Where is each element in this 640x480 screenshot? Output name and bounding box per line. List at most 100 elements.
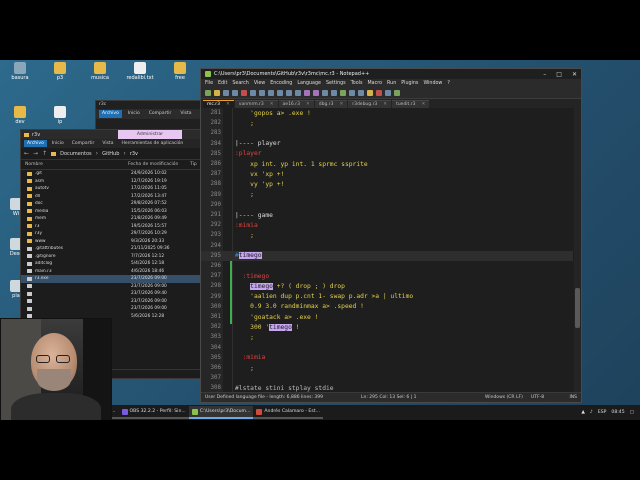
column-type[interactable]: Tip — [190, 162, 197, 167]
file-row[interactable]: 23/7/2026 09:00 — [21, 283, 203, 291]
file-row[interactable]: r3 19/5/2026 15:57 — [21, 223, 203, 231]
file-row[interactable]: dll 17/2/2026 13:47 — [21, 193, 203, 201]
code-line[interactable]: 306 ; — [201, 363, 573, 373]
sync-scroll-icon[interactable] — [340, 90, 346, 96]
manage-tab[interactable]: Administrar — [118, 130, 182, 139]
file-row[interactable]: .gitignore 7/7/2026 12:12 — [21, 253, 203, 261]
menu-item[interactable]: File — [205, 81, 213, 86]
tab-archivo[interactable]: Archivo — [24, 140, 47, 147]
file-tab[interactable]: mc.r3 ✕ — [203, 100, 234, 108]
code-line[interactable]: 297 :timego — [201, 271, 573, 281]
file-row[interactable]: r3y 29/7/2026 10:29 — [21, 230, 203, 238]
desktop-icon-ip[interactable]: ip — [46, 106, 74, 125]
code-line[interactable]: 304 — [201, 343, 573, 353]
maximize-icon[interactable]: □ — [556, 71, 562, 78]
menu-item[interactable]: View — [254, 81, 265, 86]
code-line[interactable]: 282 ; — [201, 118, 573, 128]
column-date[interactable]: Fecha de modificación — [128, 162, 190, 167]
tab-inicio[interactable]: Inicio — [125, 110, 143, 118]
close-icon[interactable]: ✕ — [572, 71, 577, 78]
close-tab-icon[interactable]: ✕ — [339, 102, 343, 107]
find-icon[interactable] — [304, 90, 310, 96]
menu-item[interactable]: Macro — [368, 81, 383, 86]
language-indicator[interactable]: ESP — [598, 410, 607, 415]
taskbar-item[interactable]: OBS 32.2.2 - Perfil: Sin... — [118, 406, 189, 419]
menu-item[interactable]: ? — [447, 81, 450, 86]
open-file-icon[interactable] — [214, 90, 220, 96]
file-row[interactable]: autotv 17/2/2026 11:05 — [21, 185, 203, 193]
save-all-icon[interactable] — [232, 90, 238, 96]
code-line[interactable]: 301 'goatack a> .exe ! — [201, 312, 573, 322]
close-file-icon[interactable] — [241, 90, 247, 96]
volume-icon[interactable]: ♪ — [590, 410, 593, 415]
code-line[interactable]: 292:mimia — [201, 220, 573, 230]
file-tab[interactable]: ae16.r3 ✕ — [278, 100, 314, 108]
column-name[interactable]: Nombre — [25, 162, 128, 167]
file-row[interactable]: .gitattributes 21/11/2025 09:36 — [21, 245, 203, 253]
tab-inicio[interactable]: Inicio — [49, 140, 67, 147]
code-line[interactable]: 298 timego +? ( drop ; ) drop — [201, 281, 573, 291]
tab-compartir[interactable]: Compartir — [69, 140, 98, 147]
breadcrumb-r3v[interactable]: r3v — [130, 151, 138, 157]
show-all-chars-icon[interactable] — [358, 90, 364, 96]
file-row[interactable]: 23/7/2026 09:40 — [21, 290, 203, 298]
indent-guide-icon[interactable] — [367, 90, 373, 96]
file-row[interactable]: aditclog 5/4/2026 12:18 — [21, 260, 203, 268]
code-line[interactable]: 293 ; — [201, 230, 573, 240]
status-encoding[interactable]: UTF-8 — [531, 395, 557, 400]
notepadpp-window[interactable]: C:\Users\pr3\Documents\GitHub\r3v\r3mc\m… — [200, 68, 582, 403]
menu-item[interactable]: Language — [297, 81, 321, 86]
code-line[interactable]: 296 — [201, 261, 573, 271]
menu-item[interactable]: Edit — [218, 81, 227, 86]
file-row[interactable]: r3.exe 23/7/2026 09:00 — [21, 275, 203, 283]
file-row[interactable]: www 9/3/2026 20:33 — [21, 238, 203, 246]
redo-icon[interactable] — [295, 90, 301, 96]
code-line[interactable]: 288 vy 'yp +! — [201, 179, 573, 189]
code-line[interactable]: 307 — [201, 373, 573, 383]
cut-icon[interactable] — [259, 90, 265, 96]
code-editor[interactable]: 281 'gopos a> .exe ! 282 ; 283 284 |---- pla… — [201, 108, 581, 392]
zoom-out-icon[interactable] — [331, 90, 337, 96]
code-line[interactable]: 289 ; — [201, 190, 573, 200]
explorer-window-back[interactable]: r3c Archivo Inicio Compartir Vista — [95, 100, 215, 130]
tab-herramientas[interactable]: Herramientas de aplicación — [118, 140, 186, 147]
tab-archivo[interactable]: Archivo — [99, 110, 122, 118]
close-tab-icon[interactable]: ✕ — [226, 102, 230, 107]
record-macro-icon[interactable] — [376, 90, 382, 96]
breadcrumb-github[interactable]: GitHub — [102, 151, 119, 157]
zoom-in-icon[interactable] — [322, 90, 328, 96]
file-row[interactable]: 23/7/2026 09:00 — [21, 305, 203, 313]
save-icon[interactable] — [223, 90, 229, 96]
play-macro-icon[interactable] — [394, 90, 400, 96]
code-line[interactable]: 294 — [201, 241, 573, 251]
taskbar-item[interactable]: C:\Users\pr3\Docum... — [188, 406, 254, 419]
close-tab-icon[interactable]: ✕ — [383, 102, 387, 107]
close-tab-icon[interactable]: ✕ — [306, 102, 310, 107]
back-arrow-icon[interactable]: ← — [24, 150, 29, 157]
stop-macro-icon[interactable] — [385, 90, 391, 96]
code-line[interactable]: 300 0.9 3.0 randminmax a> .speed ! — [201, 302, 573, 312]
code-line[interactable]: 305 :mimia — [201, 353, 573, 363]
code-line[interactable]: 286 xp int. yp int. 1 sprmc ssprite — [201, 159, 573, 169]
menu-item[interactable]: Run — [387, 81, 396, 86]
file-row[interactable]: .git 24/9/2026 10:02 — [21, 170, 203, 178]
code-line[interactable]: 295 #timego — [201, 250, 573, 261]
network-icon[interactable]: ▲ — [581, 410, 585, 415]
tab-compartir[interactable]: Compartir — [146, 110, 175, 118]
desktop-icon-p3[interactable]: p3 — [46, 62, 74, 81]
tab-vista[interactable]: Vista — [99, 140, 116, 147]
code-line[interactable]: 287 vx 'xp +! — [201, 169, 573, 179]
replace-icon[interactable] — [313, 90, 319, 96]
file-row[interactable]: media 15/5/2026 06:03 — [21, 208, 203, 216]
copy-icon[interactable] — [268, 90, 274, 96]
desktop-icon-trash[interactable]: basura — [6, 62, 34, 81]
scrollbar-thumb[interactable] — [575, 288, 580, 328]
taskbar-item[interactable]: Andrés Calamaro - Est... — [253, 406, 323, 419]
word-wrap-icon[interactable] — [349, 90, 355, 96]
file-row[interactable]: asm 12/7/2026 19:19 — [21, 178, 203, 186]
code-line[interactable]: 299 'aalien dup p.cnt 1- swap p.adr >a |… — [201, 292, 573, 302]
file-tab[interactable]: tuedit.r3 ✕ — [392, 100, 430, 108]
file-tab[interactable]: vanmrm.r3 ✕ — [234, 100, 278, 108]
print-icon[interactable] — [250, 90, 256, 96]
code-line[interactable]: 281 'gopos a> .exe ! — [201, 108, 573, 118]
